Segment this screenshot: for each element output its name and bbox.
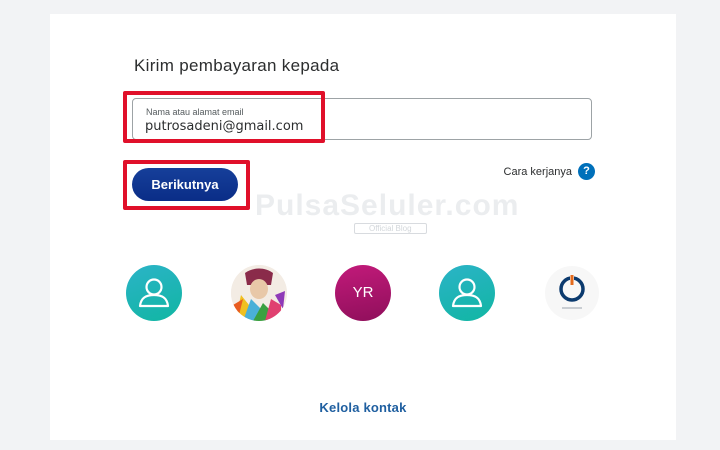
- email-highlight-box: [123, 91, 325, 143]
- watermark-subtitle: Official Blog: [354, 223, 427, 234]
- recent-contacts: YR: [126, 265, 604, 321]
- watermark: PulsaSeluler.com: [255, 189, 520, 222]
- person-icon: [451, 278, 483, 308]
- how-it-works-link[interactable]: Cara kerjanya ?: [504, 163, 595, 180]
- page-title: Kirim pembayaran kepada: [134, 56, 340, 75]
- next-button-highlight-box: [123, 160, 250, 210]
- how-it-works-label: Cara kerjanya: [503, 165, 572, 178]
- contact-avatar-4[interactable]: [439, 265, 495, 321]
- contact-avatar-1[interactable]: [126, 265, 182, 321]
- contact-avatar-5[interactable]: [544, 265, 600, 321]
- contact-avatar-3[interactable]: YR: [335, 265, 391, 321]
- contact-initials: YR: [352, 284, 374, 301]
- contact-avatar-2[interactable]: [231, 265, 287, 321]
- person-icon: [138, 278, 170, 308]
- photo-avatar-icon: [231, 265, 287, 321]
- help-icon[interactable]: ?: [578, 163, 595, 180]
- power-logo-icon: [545, 266, 599, 320]
- send-payment-card: Kirim pembayaran kepada Nama atau alamat…: [50, 14, 676, 440]
- manage-contacts-link[interactable]: Kelola kontak: [50, 400, 676, 415]
